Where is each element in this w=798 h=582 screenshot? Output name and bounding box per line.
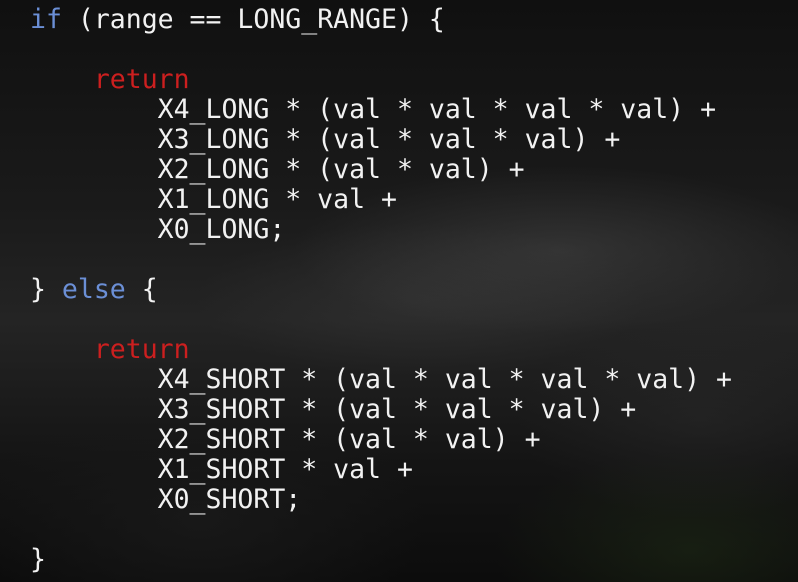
code-line-17: X0_SHORT; bbox=[30, 485, 798, 515]
code-line-19: } bbox=[30, 545, 798, 575]
code-text: X2_LONG * (val * val) + bbox=[30, 154, 525, 185]
code-line-15: X2_SHORT * (val * val) + bbox=[30, 425, 798, 455]
code-text: X3_SHORT * (val * val * val) + bbox=[30, 394, 637, 425]
code-text: } bbox=[30, 544, 46, 575]
code-text: X1_SHORT * val + bbox=[30, 454, 413, 485]
keyword-return: return bbox=[93, 334, 190, 365]
code-line-16: X1_SHORT * val + bbox=[30, 455, 798, 485]
code-line-4: X4_LONG * (val * val * val * val) + bbox=[30, 95, 798, 125]
code-line-13: X4_SHORT * (val * val * val * val) + bbox=[30, 365, 798, 395]
code-line-10: } else { bbox=[30, 275, 798, 305]
code-text: X0_LONG; bbox=[30, 214, 286, 245]
code-line-7: X1_LONG * val + bbox=[30, 185, 798, 215]
code-text: X0_SHORT; bbox=[30, 484, 302, 515]
code-text: { bbox=[125, 274, 158, 305]
code-block: if (range == LONG_RANGE) { return X4_LON… bbox=[30, 0, 798, 575]
code-editor[interactable]: if (range == LONG_RANGE) { return X4_LON… bbox=[30, 0, 798, 582]
code-line-1: if (range == LONG_RANGE) { bbox=[30, 5, 798, 35]
code-text: X4_SHORT * (val * val * val * val) + bbox=[30, 364, 732, 395]
code-text: X3_LONG * (val * val * val) + bbox=[30, 124, 621, 155]
code-text: X4_LONG * (val * val * val * val) + bbox=[30, 94, 717, 125]
code-line-14: X3_SHORT * (val * val * val) + bbox=[30, 395, 798, 425]
code-text: X1_LONG * val + bbox=[30, 184, 397, 215]
code-text: } bbox=[30, 274, 62, 305]
keyword-else: else bbox=[61, 274, 126, 305]
code-line-12: return bbox=[30, 335, 798, 365]
code-line-3: return bbox=[30, 65, 798, 95]
keyword-return: return bbox=[93, 64, 190, 95]
code-text: (range == LONG_RANGE) { bbox=[61, 4, 445, 35]
code-line-8: X0_LONG; bbox=[30, 215, 798, 245]
code-line-5: X3_LONG * (val * val * val) + bbox=[30, 125, 798, 155]
code-text: X2_SHORT * (val * val) + bbox=[30, 424, 541, 455]
keyword-if: if bbox=[30, 4, 62, 35]
code-line-6: X2_LONG * (val * val) + bbox=[30, 155, 798, 185]
